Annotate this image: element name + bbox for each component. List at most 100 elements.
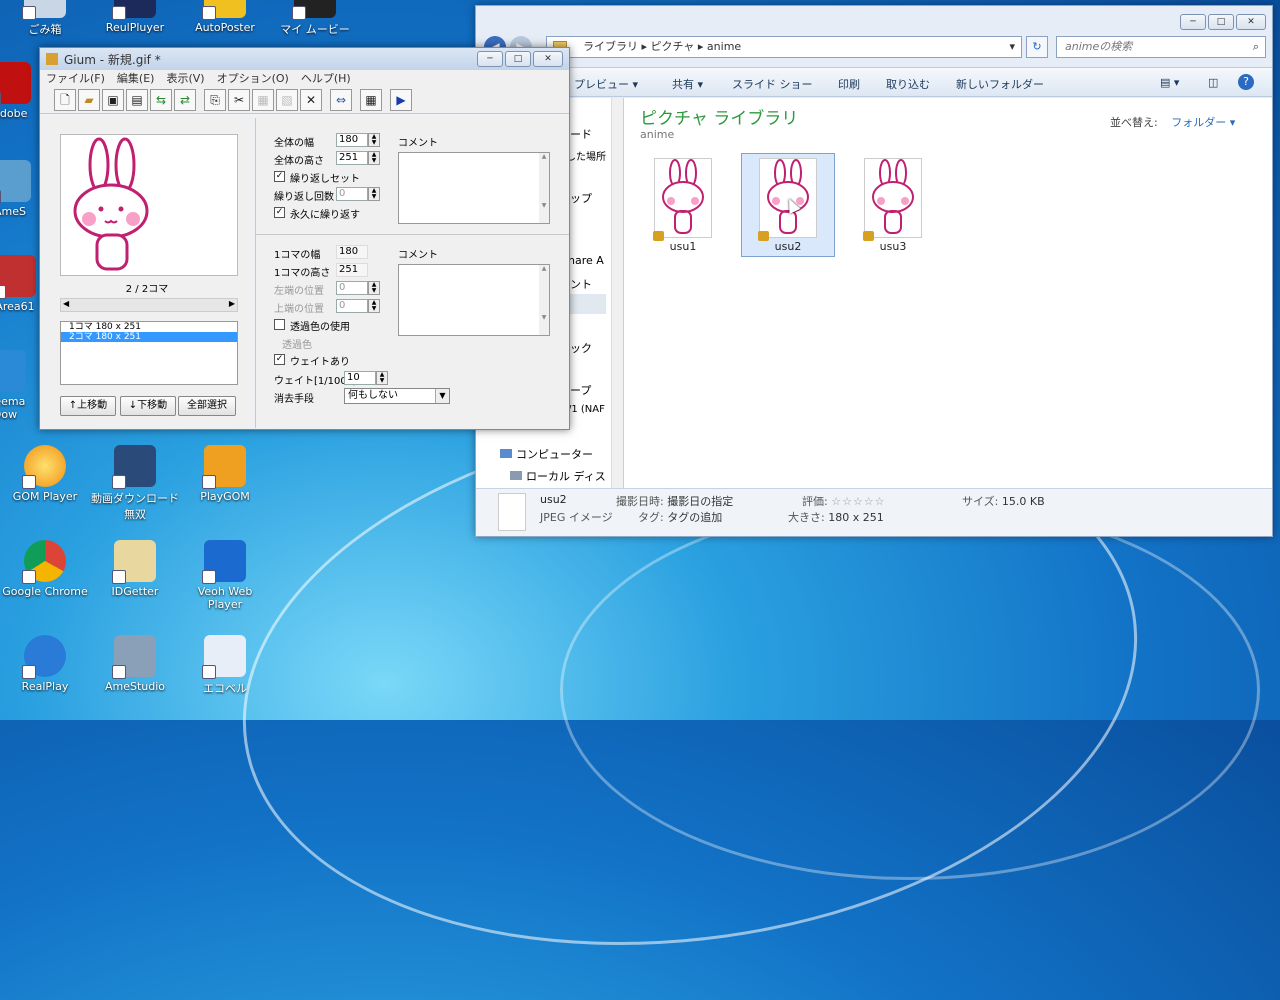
- import-button[interactable]: 取り込む: [886, 76, 930, 92]
- select-all-button[interactable]: 全部選択: [178, 396, 236, 416]
- resize-icon[interactable]: ⇔: [330, 88, 352, 111]
- spin-buttons[interactable]: ▲ ▼: [368, 299, 380, 313]
- list-item-selected[interactable]: 2コマ 180 x 251: [61, 332, 237, 342]
- frame-height-field[interactable]: 251: [336, 263, 368, 277]
- nav-item[interactable]: hare A: [568, 254, 604, 267]
- print-button[interactable]: 印刷: [838, 76, 860, 92]
- global-comment-textarea[interactable]: ▲ ▼: [398, 152, 550, 224]
- nav-item-computer[interactable]: コンピューター: [500, 446, 593, 462]
- maximize-icon[interactable]: □: [505, 51, 531, 67]
- arrange-dropdown[interactable]: フォルダー: [1171, 116, 1226, 129]
- dispose-select[interactable]: 何もしない ▼: [344, 388, 450, 404]
- new-file-icon[interactable]: 🗋: [54, 88, 76, 111]
- spin-buttons[interactable]: ▲ ▼: [376, 371, 388, 385]
- desktop-icon-playgom[interactable]: PlayGOM: [180, 445, 270, 503]
- frame-scrollbar[interactable]: ◀ ▶: [60, 298, 238, 312]
- desktop-icon-freemake[interactable]: FreemaDow: [0, 350, 30, 421]
- slideshow-button[interactable]: スライド ショー: [732, 76, 813, 92]
- paste-insert-icon[interactable]: ▧: [276, 88, 298, 111]
- global-height-field[interactable]: 251: [336, 151, 368, 165]
- wait-time-field[interactable]: 10: [344, 371, 376, 385]
- nav-item[interactable]: ード: [570, 126, 592, 142]
- search-input[interactable]: animeの検索 ⌕: [1056, 36, 1266, 58]
- scroll-right-icon[interactable]: ▶: [229, 299, 235, 308]
- nav-item[interactable]: ップ: [570, 190, 592, 206]
- maximize-icon[interactable]: □: [1208, 14, 1234, 30]
- menu-view[interactable]: 表示(V): [166, 70, 204, 86]
- wait-checkbox[interactable]: ✓: [274, 354, 285, 365]
- view-options-icon[interactable]: ▤ ▾: [1160, 76, 1179, 89]
- play-icon[interactable]: ▶: [390, 88, 412, 111]
- spin-buttons[interactable]: ▲ ▼: [368, 187, 380, 201]
- nav-item-local-disk[interactable]: ローカル ディス: [510, 468, 606, 484]
- spin-buttons[interactable]: ▲ ▼: [368, 151, 380, 165]
- frame-list[interactable]: 1コマ 180 x 251 2コマ 180 x 251: [60, 321, 238, 385]
- desktop-icon-google-chrome[interactable]: Google Chrome: [0, 540, 90, 598]
- menu-file[interactable]: ファイル(F): [46, 70, 105, 86]
- scrollbar[interactable]: ▲ ▼: [539, 265, 549, 335]
- scrollbar[interactable]: ▲ ▼: [539, 153, 549, 223]
- spin-buttons[interactable]: ▲ ▼: [368, 133, 380, 147]
- file-item[interactable]: usu3: [846, 154, 940, 258]
- loop-forever-checkbox[interactable]: ✓: [274, 207, 285, 218]
- desktop-icon-autoposter[interactable]: AutoPoster: [180, 0, 270, 34]
- open-folder-icon[interactable]: ▰: [78, 88, 100, 111]
- close-icon[interactable]: ✕: [533, 51, 563, 67]
- field-value[interactable]: 撮影日の指定: [667, 495, 733, 508]
- chevron-down-icon[interactable]: ▾: [1230, 116, 1236, 129]
- desktop-icon-ecobell[interactable]: エコベル: [180, 635, 270, 696]
- gium-titlebar[interactable]: Gium - 新規.gif * ─ □ ✕: [40, 48, 569, 70]
- loop-set-checkbox[interactable]: ✓: [274, 171, 285, 182]
- scroll-left-icon[interactable]: ◀: [63, 299, 69, 308]
- left-position-field[interactable]: 0: [336, 281, 368, 295]
- delete-icon[interactable]: ✕: [300, 88, 322, 111]
- desktop-icon-realplay[interactable]: RealPlay: [0, 635, 90, 693]
- desktop-icon-douga-musou[interactable]: 動画ダウンロード無双: [90, 445, 180, 522]
- breadcrumb-item[interactable]: ライブラリ: [583, 40, 638, 53]
- cut-icon[interactable]: ✂: [228, 88, 250, 111]
- refresh-button[interactable]: ↻: [1026, 36, 1048, 58]
- rating-stars[interactable]: ☆☆☆☆☆: [831, 495, 885, 508]
- desktop-icon-ames[interactable]: AmeS: [0, 160, 40, 218]
- copy-icon[interactable]: ⎘: [204, 88, 226, 111]
- field-value[interactable]: タグの追加: [667, 511, 722, 524]
- share-button[interactable]: 共有 ▾: [672, 76, 703, 92]
- frame-comment-textarea[interactable]: ▲ ▼: [398, 264, 550, 336]
- search-icon[interactable]: ⌕: [1253, 37, 1259, 57]
- loop-count-field[interactable]: 0: [336, 187, 368, 201]
- chevron-down-icon[interactable]: ▾: [1009, 37, 1015, 57]
- transparent-checkbox[interactable]: [274, 319, 285, 330]
- minimize-icon[interactable]: ─: [477, 51, 503, 67]
- menu-options[interactable]: オプション(O): [217, 70, 289, 86]
- import-frames-icon[interactable]: ⇆: [150, 88, 172, 111]
- nav-item[interactable]: /1 (NAF: [568, 404, 605, 415]
- paste-icon[interactable]: ▦: [252, 88, 274, 111]
- nav-item[interactable]: した場所: [566, 148, 606, 163]
- nav-scrollbar[interactable]: [611, 98, 623, 488]
- global-width-field[interactable]: 180: [336, 133, 368, 147]
- desktop-icon-realplayer[interactable]: ReulPluyer: [90, 0, 180, 34]
- desktop-icon-veoh-web-player[interactable]: Veoh Web Player: [180, 540, 270, 611]
- nav-item-selected[interactable]: [566, 294, 606, 314]
- desktop-icon-gom-player[interactable]: GOM Player: [0, 445, 90, 503]
- minimize-icon[interactable]: ─: [1180, 14, 1206, 30]
- nav-item[interactable]: ント: [570, 276, 592, 292]
- desktop-icon-adobe[interactable]: Adobe: [0, 62, 40, 120]
- menu-help[interactable]: ヘルプ(H): [301, 70, 351, 86]
- export-frames-icon[interactable]: ⇄: [174, 88, 196, 111]
- frame-width-field[interactable]: 180: [336, 245, 368, 259]
- nav-item[interactable]: ック: [570, 340, 592, 356]
- save-icon[interactable]: ▣: [102, 88, 124, 111]
- desktop-icon-my-movie[interactable]: マイ ムービー: [270, 0, 360, 37]
- breadcrumb-item[interactable]: ピクチャ: [651, 40, 695, 53]
- grid-icon[interactable]: ▦: [360, 88, 382, 111]
- nav-item[interactable]: ープ: [570, 382, 591, 398]
- preview-button[interactable]: プレビュー ▾: [574, 76, 638, 92]
- preview-pane-icon[interactable]: ◫: [1208, 76, 1218, 89]
- help-icon[interactable]: ?: [1238, 74, 1254, 90]
- address-bar[interactable]: ライブラリ ▸ ピクチャ ▸ anime ▾: [546, 36, 1022, 58]
- desktop-icon-idgetter[interactable]: IDGetter: [90, 540, 180, 598]
- desktop-icon-recycle-bin[interactable]: ごみ箱: [0, 0, 90, 37]
- close-icon[interactable]: ✕: [1236, 14, 1266, 30]
- desktop-icon-amestudio[interactable]: AmeStudio: [90, 635, 180, 693]
